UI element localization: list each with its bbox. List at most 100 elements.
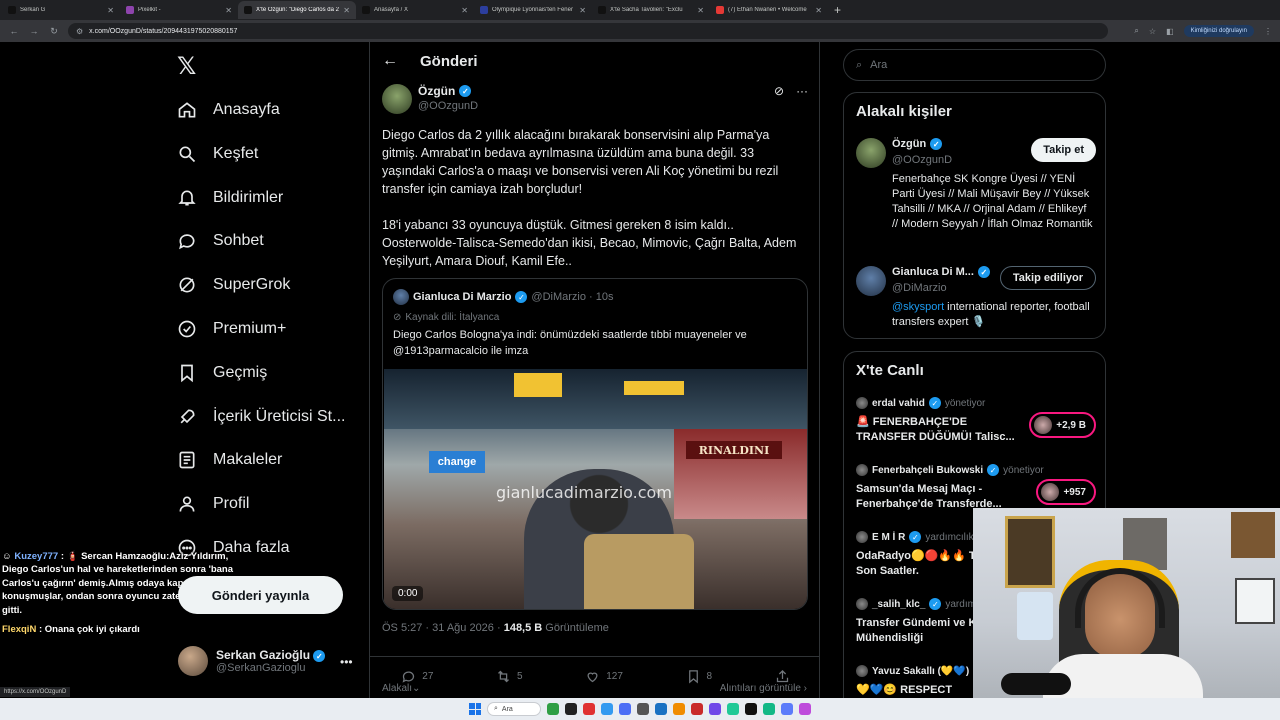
taskbar-app-icon[interactable] bbox=[799, 703, 811, 715]
back-arrow-icon[interactable]: ← bbox=[382, 52, 398, 70]
avatar[interactable] bbox=[382, 84, 412, 114]
nav-item-10[interactable]: Profil bbox=[177, 491, 249, 517]
repost-count: 5 bbox=[517, 671, 523, 682]
taskbar-app-icon[interactable] bbox=[547, 703, 559, 715]
bookmark-button[interactable]: 8 bbox=[686, 669, 712, 684]
nav-item-9[interactable]: Makaleler bbox=[177, 447, 282, 473]
forward-icon[interactable]: → bbox=[28, 26, 40, 36]
host-role: yönetiyor bbox=[1003, 464, 1044, 476]
reply-button[interactable]: 27 bbox=[401, 669, 433, 684]
bookmark-star-icon[interactable]: ☆ bbox=[1149, 27, 1156, 36]
close-icon[interactable]: ✕ bbox=[815, 6, 822, 15]
x-logo-icon[interactable]: 𝕏 bbox=[177, 52, 196, 80]
tab-label: X'te Özgün: "Diego Carlos da 2 bbox=[256, 7, 339, 13]
nav-item-1[interactable]: Anasayfa bbox=[177, 97, 280, 123]
reload-icon[interactable]: ↻ bbox=[48, 26, 60, 37]
zoom-icon[interactable]: ⌕ bbox=[1134, 26, 1138, 36]
taskbar-app-icon[interactable] bbox=[583, 703, 595, 715]
account-switcher[interactable]: Serkan Gazioğlu ✓ @SerkanGazioglu bbox=[178, 646, 326, 676]
chat-user: FlexqiN bbox=[2, 624, 37, 636]
taskbar-app-icon[interactable] bbox=[709, 703, 721, 715]
grok-icon[interactable]: ⊘ bbox=[774, 84, 784, 98]
wall-frame bbox=[1231, 512, 1275, 558]
listener-count-badge[interactable]: +2,9 B bbox=[1029, 412, 1096, 438]
status-url: https://x.com/OOzgunD bbox=[0, 687, 71, 697]
nav-item-label: Keşfet bbox=[213, 144, 259, 162]
taskbar-app-icon[interactable] bbox=[727, 703, 739, 715]
verified-icon bbox=[177, 319, 197, 339]
windows-start-icon[interactable] bbox=[469, 703, 481, 715]
nav-item-3[interactable]: Bildirimler bbox=[177, 185, 283, 211]
see-quotes-link[interactable]: Alıntıları görüntüle › bbox=[720, 683, 807, 694]
listener-count-badge[interactable]: +957 bbox=[1036, 479, 1096, 505]
taskbar-app-icon[interactable] bbox=[619, 703, 631, 715]
close-icon[interactable]: ✕ bbox=[225, 6, 232, 15]
search-icon bbox=[177, 144, 197, 164]
chat-icon: ☺ bbox=[2, 551, 15, 562]
taskbar-app-icon[interactable] bbox=[781, 703, 793, 715]
taskbar-app-icon[interactable] bbox=[565, 703, 577, 715]
reply-filter-dropdown[interactable]: Alakalı⌄ bbox=[382, 683, 420, 694]
taskbar-search[interactable]: ⌕ Ara bbox=[487, 702, 541, 716]
repost-button[interactable]: 5 bbox=[496, 669, 523, 684]
close-icon[interactable]: ✕ bbox=[461, 6, 468, 15]
browser-tab[interactable]: Olympique Lyonnais'ten Fener ✕ bbox=[474, 1, 592, 19]
taskbar-app-icon[interactable] bbox=[637, 703, 649, 715]
nav-item-4[interactable]: Sohbet bbox=[177, 228, 264, 254]
post-author[interactable]: Özgün ✓ bbox=[418, 84, 472, 98]
site-info-icon[interactable]: ⚙ bbox=[76, 27, 83, 36]
taskbar-app-icon[interactable] bbox=[745, 703, 757, 715]
nav-item-6[interactable]: Premium+ bbox=[177, 316, 286, 342]
post-handle[interactable]: @OOzgunD bbox=[418, 100, 478, 112]
browser-tab[interactable]: X'te Özgün: "Diego Carlos da 2 ✕ bbox=[238, 1, 356, 19]
live-space-item[interactable]: Fenerbahçeli Bukowski ✓ yönetiyor Samsun'da… bbox=[856, 464, 1096, 512]
verify-identity-button[interactable]: Kimliğinizi doğrulayın bbox=[1183, 25, 1254, 37]
share-button[interactable] bbox=[775, 669, 790, 684]
live-space-item[interactable]: erdal vahid ✓ yönetiyor 🚨 FENERBAHÇE'DE TRA… bbox=[856, 397, 1096, 445]
tab-favicon-icon bbox=[126, 6, 134, 14]
reply-filter-row: Alakalı⌄ Alıntıları görüntüle › bbox=[382, 683, 807, 694]
close-icon[interactable]: ✕ bbox=[579, 6, 586, 15]
taskbar-app-icon[interactable] bbox=[763, 703, 775, 715]
nav-item-label: İçerik Üreticisi St... bbox=[213, 407, 346, 425]
follow-button[interactable]: Takip et bbox=[1031, 138, 1096, 162]
browser-tab[interactable]: X'te Sacha Tavolieri: "Exclu ✕ bbox=[592, 1, 710, 19]
quoted-post[interactable]: Gianluca Di Marzio ✓ @DiMarzio · 10s ⊘ K… bbox=[382, 278, 808, 610]
avatar bbox=[856, 598, 868, 610]
like-button[interactable]: 127 bbox=[585, 669, 623, 684]
back-icon[interactable]: ← bbox=[8, 26, 20, 36]
search-input[interactable]: ⌕ Ara bbox=[843, 49, 1106, 81]
extensions-icon[interactable]: ◧ bbox=[1166, 27, 1174, 36]
bio-link[interactable]: @skysport bbox=[892, 301, 944, 313]
post-button[interactable]: Gönderi yayınla bbox=[178, 576, 343, 614]
url-field[interactable]: ⚙ x.com/OOzgunD/status/20944319750208801… bbox=[68, 23, 1108, 39]
search-icon: ⌕ bbox=[856, 58, 863, 71]
close-icon[interactable]: ✕ bbox=[343, 6, 350, 15]
browser-tab[interactable]: Pixelkit - ✕ bbox=[120, 1, 238, 19]
nav-item-7[interactable]: Geçmiş bbox=[177, 360, 267, 386]
menu-icon[interactable]: ⋮ bbox=[1264, 27, 1272, 36]
browser-tab[interactable]: Anasayfa / X ✕ bbox=[356, 1, 474, 19]
close-icon[interactable]: ✕ bbox=[107, 6, 114, 15]
person-item[interactable]: Özgün ✓ @OOzgunD Takip et Fenerbahçe SK K… bbox=[856, 138, 1096, 253]
new-tab-icon[interactable]: + bbox=[828, 3, 847, 17]
person-item[interactable]: Gianluca Di M... ✓ @DiMarzio Takip ediliy… bbox=[856, 266, 1096, 331]
more-dots-icon[interactable]: ••• bbox=[340, 655, 353, 669]
following-button[interactable]: Takip ediliyor bbox=[999, 266, 1096, 290]
close-icon[interactable]: ✕ bbox=[697, 6, 704, 15]
tab-label: Serkan G bbox=[20, 7, 46, 13]
taskbar-app-icon[interactable] bbox=[673, 703, 685, 715]
search-icon: ⌕ bbox=[494, 705, 498, 712]
nav-item-8[interactable]: İçerik Üreticisi St... bbox=[177, 404, 345, 430]
browser-tab[interactable]: (7) Ethan Nwaneri • Welcome ✕ bbox=[710, 1, 828, 19]
taskbar-app-icon[interactable] bbox=[601, 703, 613, 715]
taskbar-app-icon[interactable] bbox=[691, 703, 703, 715]
browser-tab[interactable]: Serkan G ✕ bbox=[2, 1, 120, 19]
more-dots-icon[interactable]: ··· bbox=[796, 84, 808, 98]
verified-badge-icon: ✓ bbox=[987, 464, 1000, 476]
nav-item-5[interactable]: SuperGrok bbox=[177, 272, 290, 298]
taskbar-app-icon[interactable] bbox=[655, 703, 667, 715]
search-placeholder: Ara bbox=[870, 59, 888, 71]
video-player[interactable]: change RINALDINI gianlucadimarzio.com 0:… bbox=[384, 369, 807, 609]
nav-item-2[interactable]: Keşfet bbox=[177, 141, 258, 167]
